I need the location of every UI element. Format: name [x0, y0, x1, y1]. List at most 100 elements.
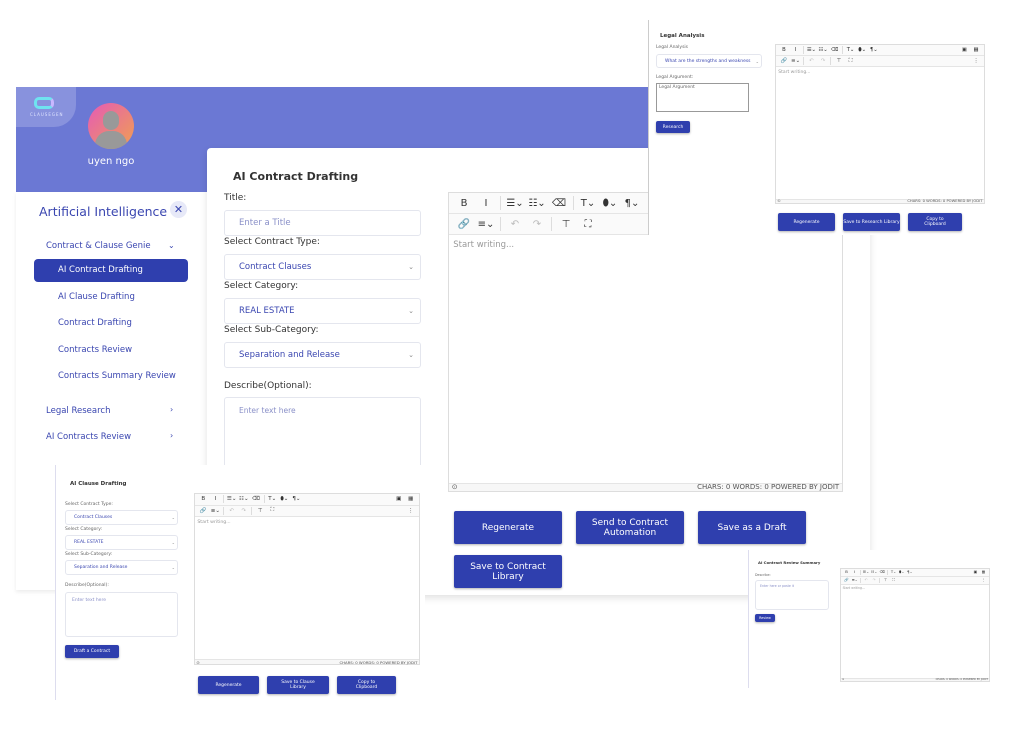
sidebar-item-contracts-review[interactable]: Contracts Review [58, 345, 132, 355]
unordered-list-icon[interactable]: ☰⌄ [226, 496, 238, 502]
contract-type-select[interactable]: Contract Clauses ⌄ [224, 254, 421, 280]
editor-content[interactable]: Start writing... [841, 585, 989, 678]
sidebar-item-contracts-summary-review[interactable]: Contracts Summary Review [58, 371, 176, 381]
sidebar-group-ai-contracts-review[interactable]: AI Contracts Review [46, 432, 131, 442]
undo-icon[interactable]: ↶ [806, 58, 818, 64]
color-icon[interactable]: ⬮⌄ [856, 47, 868, 54]
ordered-list-icon[interactable]: ☷⌄ [870, 570, 878, 574]
format-painter-icon[interactable]: ⊤ [555, 219, 577, 230]
align-icon[interactable]: ≡⌄ [790, 58, 802, 64]
image-icon[interactable]: ▣ [393, 496, 405, 502]
ordered-list-icon[interactable]: ☷⌄ [817, 47, 829, 53]
subcategory-select[interactable]: Separation and Release ⌄ [224, 342, 421, 368]
rich-text-editor[interactable]: BI☰⌄☷⌄⌫T⌄⬮⌄¶⌄▣▦🔗≡⌄↶↷⊤⛶⋮Start writing...⊙… [448, 192, 843, 492]
unordered-list-icon[interactable]: ☰⌄ [806, 47, 818, 53]
unordered-list-icon[interactable]: ☰⌄ [504, 198, 526, 209]
chevron-down-icon[interactable]: ⌄ [168, 241, 175, 250]
regenerate-button[interactable]: Regenerate [454, 511, 562, 544]
more-icon[interactable]: ⋮ [970, 58, 982, 64]
save-as-draft-button[interactable]: Save as a Draft [698, 511, 806, 544]
italic-icon[interactable]: I [790, 47, 802, 53]
subcategory-select[interactable]: Separation and Release ⌄ [65, 560, 178, 575]
describe-textarea[interactable]: Enter text here [65, 592, 178, 637]
format-painter-icon[interactable]: ⊤ [881, 578, 889, 582]
fullscreen-icon[interactable]: ⛶ [266, 507, 278, 514]
send-to-contract-automation-button[interactable]: Send to Contract Automation [576, 511, 684, 544]
image-icon[interactable]: ▣ [959, 47, 971, 53]
align-icon[interactable]: ≡⌄ [851, 578, 859, 582]
sidebar-group-legal-research[interactable]: Legal Research [46, 406, 110, 416]
legal-analysis-select[interactable]: What are the strengths and weakness ⌄ [656, 54, 762, 68]
rich-text-editor[interactable]: BI☰⌄☷⌄⌫T⌄⬮⌄¶⌄▣▦🔗≡⌄↶↷⊤⛶⋮Start writing...⊙… [775, 44, 985, 204]
save-to-research-library-button[interactable]: Save to Research Library [843, 213, 900, 231]
redo-icon[interactable]: ↷ [870, 578, 878, 582]
font-size-icon[interactable]: T⌄ [845, 47, 857, 53]
eraser-icon[interactable]: ⌫ [250, 496, 262, 502]
copy-to-clipboard-button[interactable]: Copy to Clipboard [337, 676, 396, 694]
ordered-list-icon[interactable]: ☷⌄ [526, 198, 548, 209]
regenerate-button[interactable]: Regenerate [778, 213, 835, 231]
rich-text-editor[interactable]: BI☰⌄☷⌄⌫T⌄⬮⌄¶⌄▣▦🔗≡⌄↶↷⊤⛶⋮Start writing...⊙… [194, 493, 420, 665]
font-size-icon[interactable]: T⌄ [577, 198, 599, 209]
eraser-icon[interactable]: ⌫ [829, 47, 841, 53]
more-icon[interactable]: ⋮ [405, 508, 417, 514]
category-select[interactable]: REAL ESTATE ⌄ [224, 298, 421, 324]
table-icon[interactable]: ▦ [405, 496, 417, 502]
sidebar-item-contract-drafting[interactable]: Contract Drafting [58, 318, 132, 328]
format-painter-icon[interactable]: ⊤ [833, 58, 845, 64]
fullscreen-icon[interactable]: ⛶ [890, 578, 898, 582]
eraser-icon[interactable]: ⌫ [548, 198, 570, 209]
bold-icon[interactable]: B [453, 198, 475, 209]
italic-icon[interactable]: I [209, 496, 221, 502]
redo-icon[interactable]: ↷ [238, 508, 250, 514]
close-icon[interactable]: ✕ [170, 201, 187, 218]
undo-icon[interactable]: ↶ [226, 508, 238, 514]
sidebar-item-ai-contract-drafting[interactable]: AI Contract Drafting [34, 259, 188, 282]
link-icon[interactable]: 🔗 [453, 219, 475, 230]
paragraph-icon[interactable]: ¶⌄ [868, 47, 880, 53]
format-painter-icon[interactable]: ⊤ [254, 508, 266, 514]
eraser-icon[interactable]: ⌫ [878, 570, 886, 574]
ordered-list-icon[interactable]: ☷⌄ [238, 496, 250, 502]
italic-icon[interactable]: I [475, 198, 497, 209]
table-icon[interactable]: ▦ [979, 570, 987, 574]
fullscreen-icon[interactable]: ⛶ [845, 58, 857, 65]
sidebar-item-ai-clause-drafting[interactable]: AI Clause Drafting [58, 292, 135, 302]
link-icon[interactable]: 🔗 [842, 578, 850, 582]
undo-icon[interactable]: ↶ [862, 578, 870, 582]
save-to-contract-library-button[interactable]: Save to Contract Library [454, 555, 562, 588]
fullscreen-icon[interactable]: ⛶ [577, 219, 599, 230]
align-icon[interactable]: ≡⌄ [209, 508, 221, 514]
rich-text-editor[interactable]: BI☰⌄☷⌄⌫T⌄⬮⌄¶⌄▣▦🔗≡⌄↶↷⊤⛶⋮Start writing...⊙… [840, 568, 990, 682]
redo-icon[interactable]: ↷ [526, 219, 548, 230]
draft-contract-button[interactable]: Draft a Contract [65, 645, 119, 658]
unordered-list-icon[interactable]: ☰⌄ [862, 570, 870, 574]
chevron-right-icon[interactable]: › [170, 405, 173, 414]
redo-icon[interactable]: ↷ [817, 58, 829, 64]
image-icon[interactable]: ▣ [971, 570, 979, 574]
italic-icon[interactable]: I [851, 570, 859, 574]
chevron-right-icon[interactable]: › [170, 431, 173, 440]
bold-icon[interactable]: B [778, 47, 790, 53]
align-icon[interactable]: ≡⌄ [475, 219, 497, 230]
link-icon[interactable]: 🔗 [778, 58, 790, 64]
contract-type-select[interactable]: Contract Clauses ⌄ [65, 510, 178, 525]
paragraph-icon[interactable]: ¶⌄ [290, 496, 302, 502]
paragraph-icon[interactable]: ¶⌄ [621, 198, 643, 209]
editor-content[interactable]: Start writing... [195, 517, 419, 659]
color-icon[interactable]: ⬮⌄ [278, 496, 290, 503]
paragraph-icon[interactable]: ¶⌄ [906, 570, 914, 574]
more-icon[interactable]: ⋮ [979, 578, 987, 582]
copy-to-clipboard-button[interactable]: Copy to Clipboard [908, 213, 962, 231]
table-icon[interactable]: ▦ [970, 47, 982, 53]
describe-textarea[interactable]: Enter here or paste it [755, 580, 829, 610]
bold-icon[interactable]: B [842, 570, 850, 574]
sidebar-group-contract-clause-genie[interactable]: Contract & Clause Genie [46, 241, 151, 251]
editor-content[interactable]: Start writing... [776, 67, 984, 198]
regenerate-button[interactable]: Regenerate [198, 676, 259, 694]
font-size-icon[interactable]: T⌄ [266, 496, 278, 502]
color-icon[interactable]: ⬮⌄ [599, 198, 621, 209]
avatar[interactable] [88, 103, 134, 149]
research-button[interactable]: Research [656, 121, 690, 133]
color-icon[interactable]: ⬮⌄ [898, 570, 906, 574]
